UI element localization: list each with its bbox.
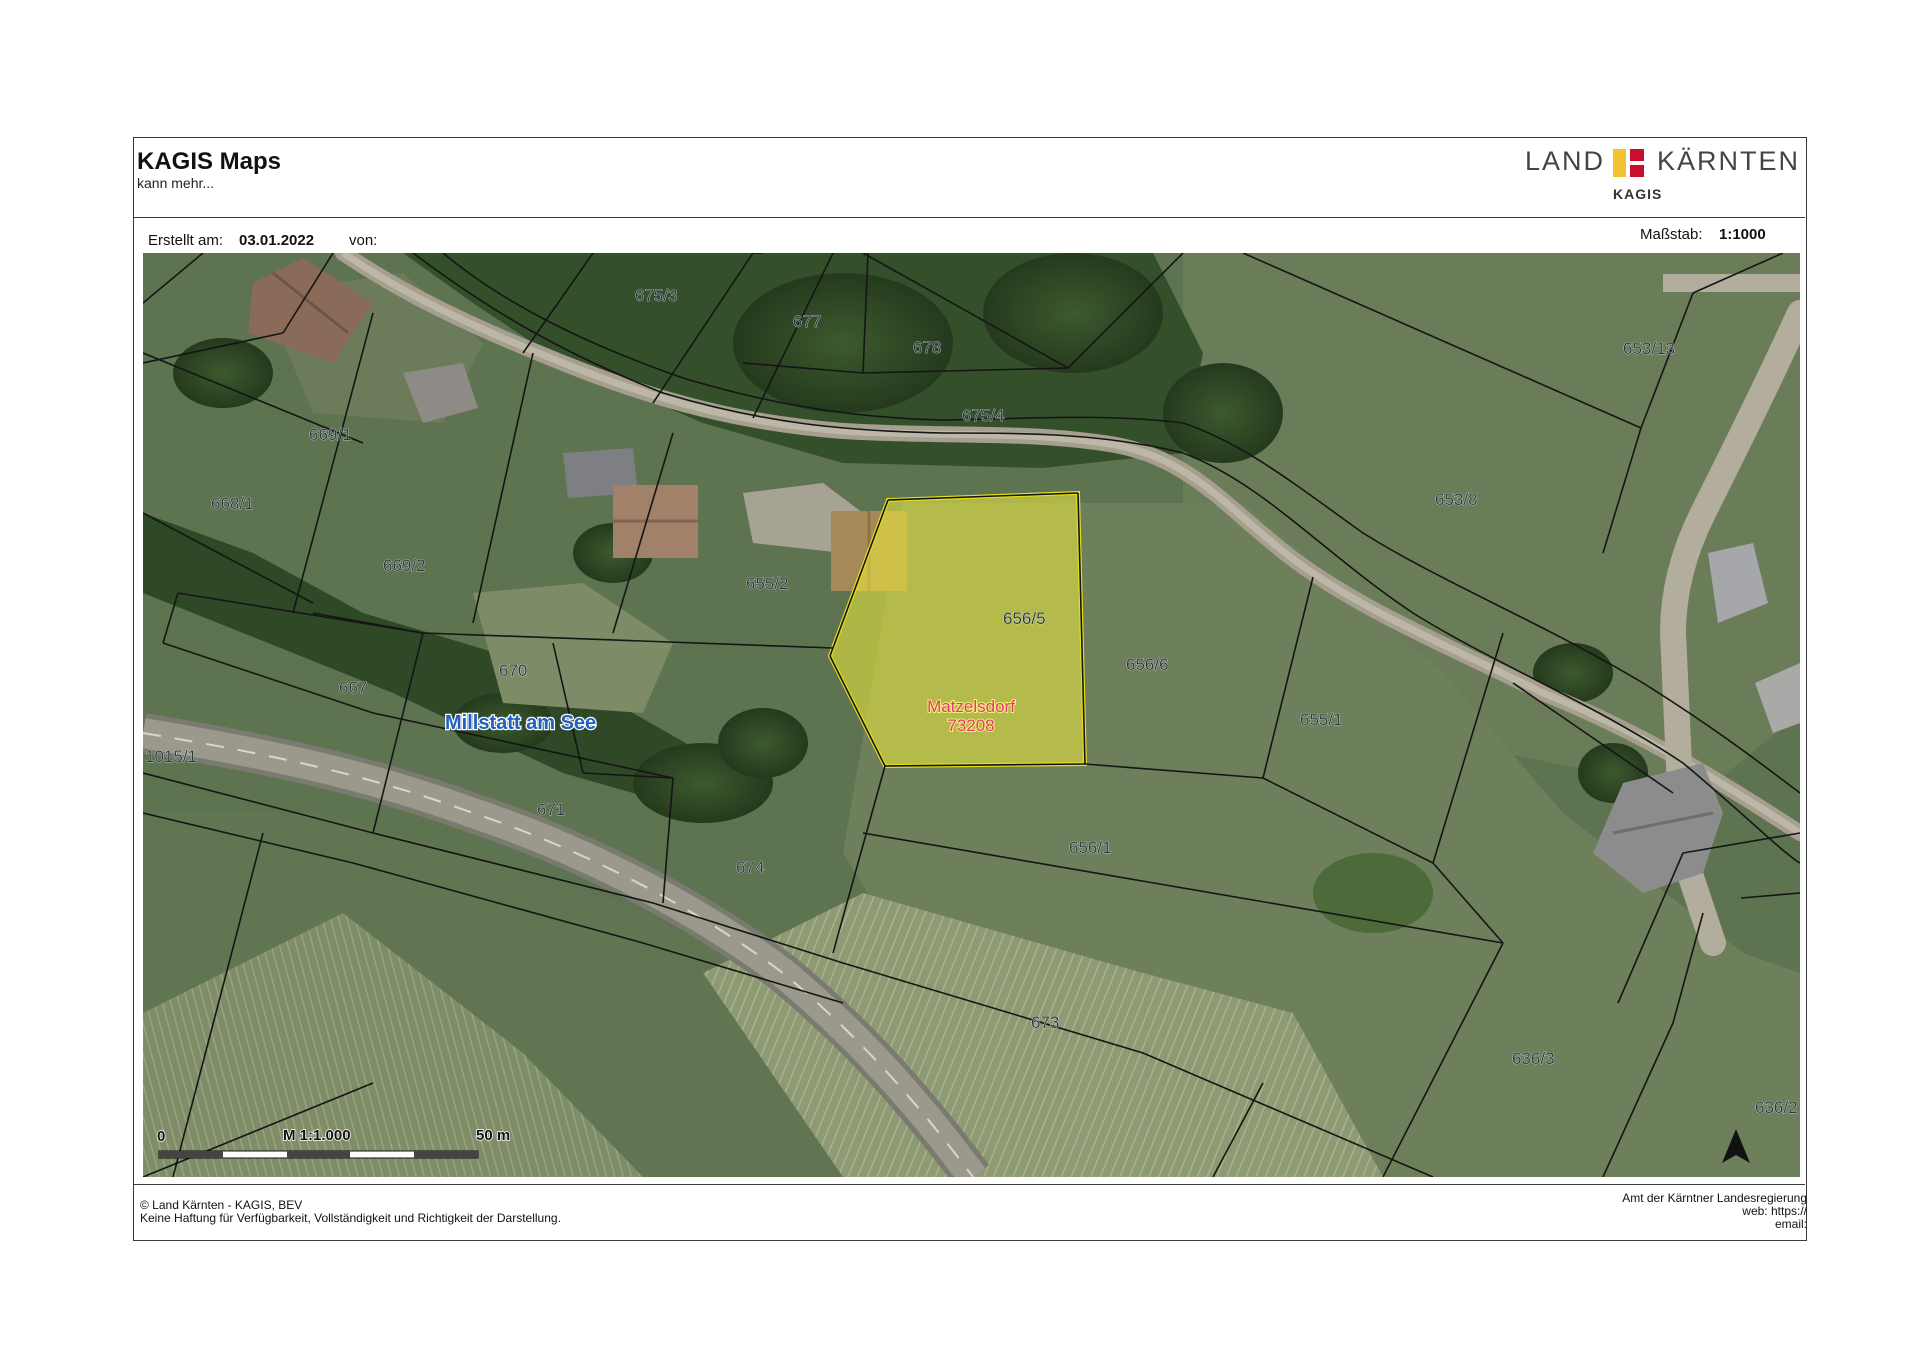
parcel-label-656-1: 656/1	[1069, 838, 1112, 857]
aerial-map[interactable]: Millstatt am See 675/3 677 678 653/13 66…	[143, 253, 1800, 1177]
logo-word-land: LAND	[1525, 146, 1606, 176]
scale-label: Maßstab:	[1640, 226, 1703, 243]
parcel-label-667: 667	[339, 678, 367, 697]
parcel-label-655-1: 655/1	[1300, 710, 1343, 729]
parcel-label-677: 677	[793, 312, 821, 331]
scale-value: 1:1000	[1719, 226, 1766, 243]
parcel-label-675-4: 675/4	[962, 406, 1005, 425]
parcel-label-674: 674	[736, 858, 764, 877]
parcel-label-636-3: 636/3	[1512, 1049, 1555, 1068]
parcel-label-675-3: 675/3	[635, 286, 678, 305]
scale-bar-start: 0	[157, 1128, 165, 1145]
footer-copyright: © Land Kärnten - KAGIS, BEV	[140, 1198, 303, 1212]
parcel-label-669-1: 669/1	[309, 425, 352, 444]
coat-of-arms-icon	[1613, 149, 1647, 177]
app-subtitle: kann mehr...	[137, 175, 215, 191]
parcel-label-670: 670	[499, 661, 527, 680]
place-name-label: Millstatt am See	[445, 712, 596, 734]
parcel-label-653-13: 653/13	[1623, 339, 1675, 358]
logo-kagis: KAGIS	[1613, 186, 1663, 202]
created-label: Erstellt am:	[148, 232, 224, 249]
parcel-label-656-5: 656/5	[1003, 609, 1046, 628]
footer-email[interactable]: email:	[1560, 1218, 1807, 1231]
parcel-label-671: 671	[537, 800, 565, 819]
parcel-label-669-2: 669/2	[383, 556, 426, 575]
scale-bar-ratio: M 1:1.000	[283, 1127, 351, 1144]
parcel-label-1015-1: 1015/1	[145, 747, 197, 766]
header-divider	[133, 217, 1805, 218]
footer-contact: Amt der Kärntner Landesregierung web: ht…	[1560, 1192, 1807, 1231]
footer-web[interactable]: web: https://	[1560, 1205, 1807, 1218]
from-label: von:	[349, 232, 378, 249]
parcel-label-673: 673	[1031, 1013, 1059, 1032]
land-kaernten-logo: LAND KÄRNTEN KAGIS	[1525, 146, 1798, 204]
logo-word-kaernten: KÄRNTEN	[1657, 146, 1801, 176]
footer-divider	[133, 1184, 1805, 1185]
app-title: KAGIS Maps	[137, 148, 282, 175]
building	[613, 485, 698, 558]
scale-bar-end: 50 m	[476, 1127, 510, 1144]
cadastral-code-label: 73208	[947, 716, 994, 735]
parcel-label-678: 678	[913, 338, 941, 357]
parcel-label-636-2: 636/2	[1755, 1098, 1798, 1117]
created-date: 03.01.2022	[239, 232, 315, 249]
footer-disclaimer: Keine Haftung für Verfügbarkeit, Vollstä…	[140, 1211, 561, 1225]
parcel-label-655-2: 655/2	[746, 574, 789, 593]
parcel-label-653-8: 653/8	[1435, 490, 1478, 509]
parcel-label-656-6: 656/6	[1126, 655, 1169, 674]
parcel-label-668-1: 668/1	[211, 494, 254, 513]
cadastral-community-label: Matzelsdorf	[927, 697, 1015, 716]
